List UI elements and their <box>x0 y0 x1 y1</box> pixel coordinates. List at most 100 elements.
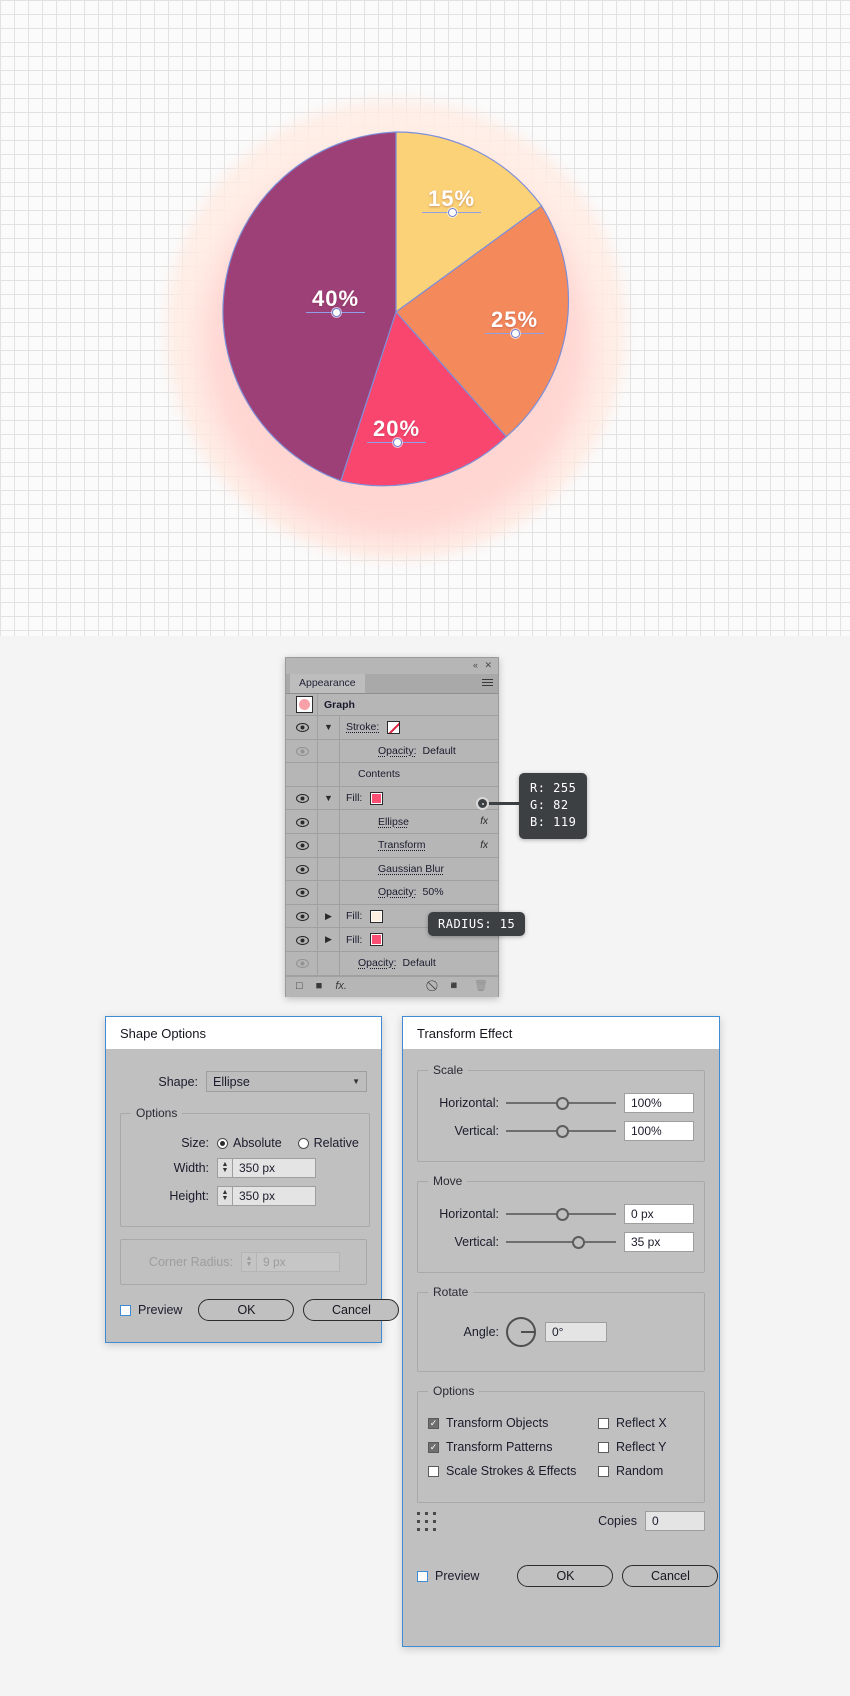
disclosure-spacer <box>318 763 340 786</box>
fill-color-swatch[interactable] <box>370 909 384 923</box>
eye-icon[interactable] <box>296 746 309 756</box>
eye-icon[interactable] <box>296 864 309 874</box>
eye-icon[interactable] <box>296 888 309 898</box>
scale-horizontal-input[interactable]: 100% <box>624 1093 694 1113</box>
visibility-toggle[interactable] <box>286 786 318 810</box>
eye-icon[interactable] <box>296 794 309 804</box>
height-stepper[interactable]: ▲ ▼ <box>217 1186 232 1206</box>
fill-color-swatch[interactable] <box>370 933 384 947</box>
add-new-fill-icon[interactable]: ■ <box>316 981 323 992</box>
appearance-panel[interactable]: « ✕ Appearance Graph ▼ Stroke: Opacity: … <box>285 657 499 997</box>
copies-input[interactable]: 0 <box>645 1511 705 1531</box>
scale-vertical-label: Vertical: <box>454 1124 499 1138</box>
close-icon[interactable]: ✕ <box>484 660 492 671</box>
eye-icon[interactable] <box>296 723 309 733</box>
move-vertical-slider[interactable] <box>506 1235 616 1249</box>
eye-icon[interactable] <box>296 817 309 827</box>
row-label[interactable]: Gaussian Blur <box>340 863 444 875</box>
appearance-row-base-opacity[interactable]: Opacity: Default <box>286 951 498 976</box>
appearance-row-ellipse[interactable]: Ellipse fx <box>286 810 498 834</box>
size-relative-radio[interactable]: Relative <box>297 1136 359 1150</box>
angle-input[interactable]: 0° <box>545 1322 607 1342</box>
row-value[interactable]: 50% <box>417 886 444 898</box>
row-value[interactable]: Default <box>417 745 456 757</box>
visibility-toggle[interactable] <box>286 810 318 833</box>
eye-icon[interactable] <box>296 935 309 945</box>
disclosure-toggle[interactable]: ▶ <box>318 928 340 951</box>
preview-checkbox[interactable]: Preview <box>120 1303 182 1317</box>
shape-label: Shape: <box>158 1074 198 1089</box>
panel-footer-toolbar[interactable]: □ ■ fx. ⃠ ◾ 🗑 <box>286 975 498 997</box>
delete-item-icon[interactable]: 🗑 <box>474 981 488 992</box>
move-vertical-input[interactable]: 35 px <box>624 1232 694 1252</box>
eye-icon[interactable] <box>296 959 309 969</box>
size-absolute-radio[interactable]: Absolute <box>217 1136 282 1150</box>
scale-vertical-slider[interactable] <box>506 1124 616 1138</box>
reflect-x-checkbox[interactable]: Reflect X <box>598 1416 667 1430</box>
ok-button[interactable]: OK <box>517 1565 614 1587</box>
appearance-row-transform[interactable]: Transform fx <box>286 833 498 858</box>
random-checkbox[interactable]: Random <box>598 1464 663 1478</box>
add-new-effect-icon[interactable]: fx. <box>335 981 347 992</box>
slider-knob[interactable] <box>572 1235 585 1249</box>
eye-icon[interactable] <box>296 912 309 922</box>
fx-icon[interactable]: fx <box>480 840 488 851</box>
transform-objects-checkbox[interactable]: ✓ Transform Objects <box>428 1416 598 1430</box>
visibility-toggle-dim[interactable] <box>286 951 318 975</box>
preview-label: Preview <box>435 1569 480 1583</box>
cancel-button[interactable]: Cancel <box>303 1299 400 1321</box>
appearance-row-fill-opacity[interactable]: Opacity: 50% <box>286 881 498 905</box>
row-value[interactable]: Default <box>397 957 436 969</box>
transform-patterns-checkbox[interactable]: ✓ Transform Patterns <box>428 1440 598 1454</box>
appearance-row-stroke-opacity[interactable]: Opacity: Default <box>286 739 498 764</box>
angle-dial[interactable] <box>506 1317 536 1347</box>
ok-button[interactable]: OK <box>198 1299 295 1321</box>
visibility-toggle[interactable] <box>286 904 318 928</box>
stroke-color-swatch[interactable] <box>387 720 401 734</box>
appearance-row-fill-1[interactable]: ▼ Fill: <box>286 786 498 811</box>
shape-select-value: Ellipse <box>213 1074 250 1089</box>
scale-strokes-checkbox[interactable]: Scale Strokes & Effects <box>428 1464 598 1478</box>
slider-knob[interactable] <box>555 1124 569 1138</box>
appearance-row-gaussian-blur[interactable]: Gaussian Blur <box>286 857 498 882</box>
width-input[interactable]: 350 px <box>232 1158 316 1178</box>
tab-appearance[interactable]: Appearance <box>290 674 365 693</box>
disclosure-toggle[interactable]: ▼ <box>318 716 340 739</box>
shape-select[interactable]: Ellipse ▼ <box>206 1071 367 1092</box>
move-horizontal-input[interactable]: 0 px <box>624 1204 694 1224</box>
height-input[interactable]: 350 px <box>232 1186 316 1206</box>
disclosure-toggle[interactable]: ▶ <box>318 904 340 928</box>
visibility-toggle[interactable] <box>286 833 318 857</box>
appearance-row-stroke[interactable]: ▼ Stroke: <box>286 716 498 740</box>
radius-tooltip: RADIUS: 15 <box>428 912 526 936</box>
cancel-button[interactable]: Cancel <box>622 1565 719 1587</box>
reflect-y-checkbox[interactable]: Reflect Y <box>598 1440 667 1454</box>
row-label[interactable]: Transform <box>340 839 425 851</box>
fx-icon[interactable]: fx <box>480 816 488 827</box>
eye-icon[interactable] <box>296 841 309 851</box>
scale-vertical-input[interactable]: 100% <box>624 1121 694 1141</box>
width-stepper[interactable]: ▲ ▼ <box>217 1158 232 1178</box>
visibility-toggle[interactable] <box>286 857 318 881</box>
duplicate-item-icon[interactable]: ◾ <box>447 981 461 992</box>
checkbox-icon <box>417 1570 428 1582</box>
slider-knob[interactable] <box>555 1207 569 1221</box>
add-new-stroke-icon[interactable]: □ <box>296 981 303 992</box>
move-horizontal-slider[interactable] <box>506 1207 616 1221</box>
transform-origin-icon[interactable] <box>417 1511 436 1531</box>
preview-checkbox[interactable]: Preview <box>417 1569 479 1583</box>
row-label[interactable]: Ellipse <box>340 816 409 828</box>
slider-knob[interactable] <box>555 1096 569 1110</box>
collapse-icon[interactable]: « <box>473 660 478 671</box>
shape-options-dialog[interactable]: Shape Options Shape: Ellipse ▼ Options S… <box>105 1016 400 1343</box>
scale-horizontal-slider[interactable] <box>506 1096 616 1110</box>
transform-effect-dialog[interactable]: Transform Effect Scale Horizontal: 100% … <box>402 1016 720 1647</box>
visibility-toggle[interactable] <box>286 928 318 951</box>
visibility-toggle[interactable] <box>286 716 318 739</box>
visibility-toggle[interactable] <box>286 881 318 904</box>
panel-menu-icon[interactable] <box>482 679 493 688</box>
fill-color-swatch[interactable] <box>370 791 384 805</box>
disclosure-toggle[interactable]: ▼ <box>318 786 340 810</box>
visibility-toggle-dim[interactable] <box>286 739 318 763</box>
appearance-row-graph[interactable]: Graph <box>286 694 498 716</box>
